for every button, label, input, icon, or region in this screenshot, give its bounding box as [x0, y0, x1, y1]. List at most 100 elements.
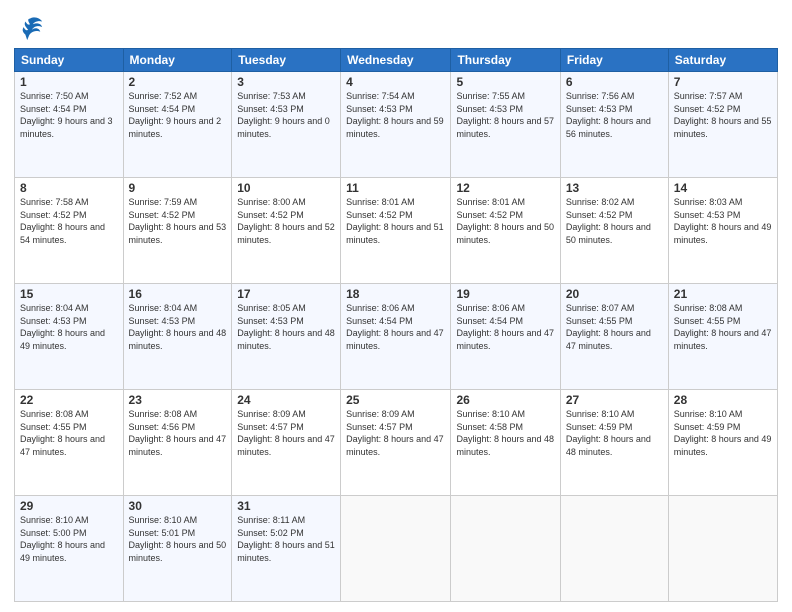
- day-number: 22: [20, 393, 118, 407]
- header-cell-monday: Monday: [123, 49, 232, 72]
- day-number: 18: [346, 287, 445, 301]
- logo-bird-icon: [16, 14, 44, 42]
- day-number: 20: [566, 287, 663, 301]
- header-cell-tuesday: Tuesday: [232, 49, 341, 72]
- day-cell: 8 Sunrise: 7:58 AMSunset: 4:52 PMDayligh…: [15, 178, 124, 284]
- day-info: Sunrise: 8:08 AMSunset: 4:55 PMDaylight:…: [20, 409, 105, 457]
- day-number: 26: [456, 393, 554, 407]
- week-row-5: 29 Sunrise: 8:10 AMSunset: 5:00 PMDaylig…: [15, 496, 778, 602]
- page: SundayMondayTuesdayWednesdayThursdayFrid…: [0, 0, 792, 612]
- header-cell-friday: Friday: [560, 49, 668, 72]
- day-number: 28: [674, 393, 772, 407]
- day-info: Sunrise: 8:01 AMSunset: 4:52 PMDaylight:…: [346, 197, 444, 245]
- day-cell: [341, 496, 451, 602]
- day-info: Sunrise: 8:01 AMSunset: 4:52 PMDaylight:…: [456, 197, 554, 245]
- day-info: Sunrise: 7:54 AMSunset: 4:53 PMDaylight:…: [346, 91, 444, 139]
- day-number: 4: [346, 75, 445, 89]
- day-cell: 13 Sunrise: 8:02 AMSunset: 4:52 PMDaylig…: [560, 178, 668, 284]
- day-info: Sunrise: 8:08 AMSunset: 4:55 PMDaylight:…: [674, 303, 772, 351]
- day-number: 24: [237, 393, 335, 407]
- day-info: Sunrise: 8:10 AMSunset: 4:59 PMDaylight:…: [566, 409, 651, 457]
- day-cell: 30 Sunrise: 8:10 AMSunset: 5:01 PMDaylig…: [123, 496, 232, 602]
- day-info: Sunrise: 8:10 AMSunset: 4:59 PMDaylight:…: [674, 409, 772, 457]
- day-cell: 31 Sunrise: 8:11 AMSunset: 5:02 PMDaylig…: [232, 496, 341, 602]
- week-row-4: 22 Sunrise: 8:08 AMSunset: 4:55 PMDaylig…: [15, 390, 778, 496]
- day-cell: 11 Sunrise: 8:01 AMSunset: 4:52 PMDaylig…: [341, 178, 451, 284]
- day-info: Sunrise: 7:55 AMSunset: 4:53 PMDaylight:…: [456, 91, 554, 139]
- day-info: Sunrise: 7:52 AMSunset: 4:54 PMDaylight:…: [129, 91, 222, 139]
- day-info: Sunrise: 8:06 AMSunset: 4:54 PMDaylight:…: [346, 303, 444, 351]
- day-number: 25: [346, 393, 445, 407]
- day-cell: 20 Sunrise: 8:07 AMSunset: 4:55 PMDaylig…: [560, 284, 668, 390]
- day-info: Sunrise: 7:57 AMSunset: 4:52 PMDaylight:…: [674, 91, 772, 139]
- day-number: 10: [237, 181, 335, 195]
- day-number: 19: [456, 287, 554, 301]
- day-number: 13: [566, 181, 663, 195]
- day-cell: 12 Sunrise: 8:01 AMSunset: 4:52 PMDaylig…: [451, 178, 560, 284]
- day-cell: 27 Sunrise: 8:10 AMSunset: 4:59 PMDaylig…: [560, 390, 668, 496]
- day-number: 31: [237, 499, 335, 513]
- day-cell: 10 Sunrise: 8:00 AMSunset: 4:52 PMDaylig…: [232, 178, 341, 284]
- day-cell: 14 Sunrise: 8:03 AMSunset: 4:53 PMDaylig…: [668, 178, 777, 284]
- day-info: Sunrise: 7:50 AMSunset: 4:54 PMDaylight:…: [20, 91, 113, 139]
- logo-wrapper: [14, 10, 44, 42]
- day-info: Sunrise: 8:03 AMSunset: 4:53 PMDaylight:…: [674, 197, 772, 245]
- day-info: Sunrise: 8:04 AMSunset: 4:53 PMDaylight:…: [129, 303, 227, 351]
- day-cell: 24 Sunrise: 8:09 AMSunset: 4:57 PMDaylig…: [232, 390, 341, 496]
- logo: [14, 14, 44, 42]
- day-info: Sunrise: 8:05 AMSunset: 4:53 PMDaylight:…: [237, 303, 335, 351]
- day-number: 6: [566, 75, 663, 89]
- day-number: 11: [346, 181, 445, 195]
- day-cell: 28 Sunrise: 8:10 AMSunset: 4:59 PMDaylig…: [668, 390, 777, 496]
- day-info: Sunrise: 7:58 AMSunset: 4:52 PMDaylight:…: [20, 197, 105, 245]
- day-info: Sunrise: 8:00 AMSunset: 4:52 PMDaylight:…: [237, 197, 335, 245]
- day-number: 14: [674, 181, 772, 195]
- day-cell: 7 Sunrise: 7:57 AMSunset: 4:52 PMDayligh…: [668, 72, 777, 178]
- day-info: Sunrise: 7:59 AMSunset: 4:52 PMDaylight:…: [129, 197, 227, 245]
- day-number: 16: [129, 287, 227, 301]
- day-cell: 15 Sunrise: 8:04 AMSunset: 4:53 PMDaylig…: [15, 284, 124, 390]
- day-cell: 1 Sunrise: 7:50 AMSunset: 4:54 PMDayligh…: [15, 72, 124, 178]
- day-cell: 5 Sunrise: 7:55 AMSunset: 4:53 PMDayligh…: [451, 72, 560, 178]
- day-number: 5: [456, 75, 554, 89]
- day-cell: [668, 496, 777, 602]
- day-cell: [451, 496, 560, 602]
- day-number: 27: [566, 393, 663, 407]
- day-cell: 2 Sunrise: 7:52 AMSunset: 4:54 PMDayligh…: [123, 72, 232, 178]
- day-cell: 4 Sunrise: 7:54 AMSunset: 4:53 PMDayligh…: [341, 72, 451, 178]
- day-number: 21: [674, 287, 772, 301]
- day-info: Sunrise: 8:02 AMSunset: 4:52 PMDaylight:…: [566, 197, 651, 245]
- day-number: 2: [129, 75, 227, 89]
- day-number: 12: [456, 181, 554, 195]
- day-number: 30: [129, 499, 227, 513]
- day-number: 29: [20, 499, 118, 513]
- day-cell: 9 Sunrise: 7:59 AMSunset: 4:52 PMDayligh…: [123, 178, 232, 284]
- day-cell: 17 Sunrise: 8:05 AMSunset: 4:53 PMDaylig…: [232, 284, 341, 390]
- day-info: Sunrise: 8:04 AMSunset: 4:53 PMDaylight:…: [20, 303, 105, 351]
- day-cell: 23 Sunrise: 8:08 AMSunset: 4:56 PMDaylig…: [123, 390, 232, 496]
- day-cell: [560, 496, 668, 602]
- day-number: 3: [237, 75, 335, 89]
- day-cell: 18 Sunrise: 8:06 AMSunset: 4:54 PMDaylig…: [341, 284, 451, 390]
- day-info: Sunrise: 8:08 AMSunset: 4:56 PMDaylight:…: [129, 409, 227, 457]
- day-number: 17: [237, 287, 335, 301]
- day-cell: 25 Sunrise: 8:09 AMSunset: 4:57 PMDaylig…: [341, 390, 451, 496]
- day-info: Sunrise: 8:09 AMSunset: 4:57 PMDaylight:…: [237, 409, 335, 457]
- day-cell: 26 Sunrise: 8:10 AMSunset: 4:58 PMDaylig…: [451, 390, 560, 496]
- header-cell-sunday: Sunday: [15, 49, 124, 72]
- header-cell-thursday: Thursday: [451, 49, 560, 72]
- day-info: Sunrise: 8:06 AMSunset: 4:54 PMDaylight:…: [456, 303, 554, 351]
- day-cell: 19 Sunrise: 8:06 AMSunset: 4:54 PMDaylig…: [451, 284, 560, 390]
- day-info: Sunrise: 8:07 AMSunset: 4:55 PMDaylight:…: [566, 303, 651, 351]
- day-number: 7: [674, 75, 772, 89]
- day-cell: 16 Sunrise: 8:04 AMSunset: 4:53 PMDaylig…: [123, 284, 232, 390]
- day-info: Sunrise: 8:09 AMSunset: 4:57 PMDaylight:…: [346, 409, 444, 457]
- day-cell: 3 Sunrise: 7:53 AMSunset: 4:53 PMDayligh…: [232, 72, 341, 178]
- day-info: Sunrise: 7:56 AMSunset: 4:53 PMDaylight:…: [566, 91, 651, 139]
- day-info: Sunrise: 7:53 AMSunset: 4:53 PMDaylight:…: [237, 91, 330, 139]
- header-cell-wednesday: Wednesday: [341, 49, 451, 72]
- week-row-2: 8 Sunrise: 7:58 AMSunset: 4:52 PMDayligh…: [15, 178, 778, 284]
- day-info: Sunrise: 8:10 AMSunset: 4:58 PMDaylight:…: [456, 409, 554, 457]
- day-cell: 22 Sunrise: 8:08 AMSunset: 4:55 PMDaylig…: [15, 390, 124, 496]
- week-row-1: 1 Sunrise: 7:50 AMSunset: 4:54 PMDayligh…: [15, 72, 778, 178]
